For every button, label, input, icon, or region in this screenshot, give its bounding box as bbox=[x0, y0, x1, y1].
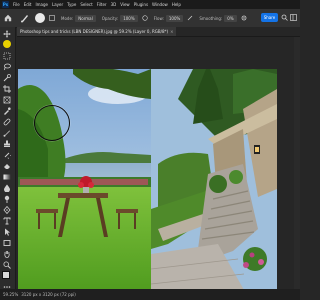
marquee-icon[interactable] bbox=[2, 51, 12, 61]
brush-tool-preset-icon[interactable] bbox=[20, 13, 30, 23]
menu-select[interactable]: Select bbox=[78, 2, 94, 7]
airbrush-icon[interactable] bbox=[187, 15, 193, 21]
brush-settings-icon[interactable] bbox=[49, 15, 55, 21]
brush-cursor bbox=[34, 105, 70, 141]
move-icon[interactable] bbox=[2, 29, 12, 39]
menu-edit[interactable]: Edit bbox=[22, 2, 34, 7]
eraser-icon[interactable] bbox=[2, 161, 12, 171]
history-brush-icon[interactable] bbox=[2, 150, 12, 160]
smoothing-options-gear-icon[interactable] bbox=[241, 15, 247, 21]
blur-icon[interactable] bbox=[2, 183, 12, 193]
home-icon[interactable] bbox=[4, 14, 12, 22]
menu-window[interactable]: Window bbox=[150, 2, 170, 7]
opacity-label: Opacity: bbox=[101, 15, 119, 21]
gradient-icon[interactable] bbox=[2, 172, 12, 182]
healing-icon[interactable] bbox=[2, 117, 12, 127]
rectangle-icon[interactable] bbox=[2, 238, 12, 248]
zoom-level[interactable]: 59.25% bbox=[3, 292, 18, 297]
frame-icon[interactable] bbox=[2, 95, 12, 105]
quick-select-icon[interactable] bbox=[2, 73, 12, 83]
menu-image[interactable]: Image bbox=[33, 2, 50, 7]
lasso-icon[interactable] bbox=[2, 62, 12, 72]
search-icon[interactable] bbox=[281, 14, 288, 21]
path-select-icon[interactable] bbox=[2, 227, 12, 237]
opacity-field[interactable]: 100% bbox=[120, 14, 138, 22]
menu-view[interactable]: View bbox=[118, 2, 132, 7]
share-button[interactable]: Share bbox=[261, 13, 278, 22]
foreground-color-swatch[interactable] bbox=[2, 271, 10, 279]
brush-icon[interactable] bbox=[2, 128, 12, 138]
pressure-opacity-icon[interactable] bbox=[142, 15, 148, 21]
document-tab-bar: Photoshop tips and tricks (LBN DESIGNER)… bbox=[17, 27, 300, 37]
photoshop-logo-icon[interactable]: Ps bbox=[2, 1, 9, 8]
document-tab-title: Photoshop tips and tricks (LBN DESIGNER)… bbox=[20, 29, 169, 34]
flow-label: Flow: bbox=[153, 15, 164, 21]
menu-file[interactable]: File bbox=[11, 2, 22, 7]
zoom-icon[interactable] bbox=[2, 260, 12, 270]
eyedropper-icon[interactable] bbox=[2, 106, 12, 116]
tools-panel bbox=[0, 27, 16, 293]
canvas-area[interactable] bbox=[16, 37, 300, 297]
menu-3d[interactable]: 3D bbox=[109, 2, 119, 7]
document-canvas[interactable] bbox=[18, 69, 277, 297]
menu-filter[interactable]: Filter bbox=[95, 2, 109, 7]
artboard-icon[interactable] bbox=[3, 40, 11, 48]
options-bar: Mode: Normal Opacity: 100% Flow: 100% Sm… bbox=[0, 9, 300, 28]
status-bar: 59.25% 3120 px x 3120 px (72 ppi) bbox=[0, 289, 300, 300]
menu-layer[interactable]: Layer bbox=[50, 2, 65, 7]
brush-size-picker[interactable] bbox=[35, 13, 45, 23]
crop-icon[interactable] bbox=[2, 84, 12, 94]
document-info: 3120 px x 3120 px (72 ppi) bbox=[21, 292, 76, 297]
workspace-icon[interactable] bbox=[290, 14, 297, 21]
vertical-scrollbar[interactable] bbox=[294, 37, 300, 289]
smoothing-field[interactable]: 0% bbox=[224, 14, 237, 22]
smoothing-label: Smoothing: bbox=[199, 15, 223, 21]
color-swatches[interactable] bbox=[2, 271, 13, 282]
menu-help[interactable]: Help bbox=[170, 2, 183, 7]
menu-bar: Ps File Edit Image Layer Type Select Fil… bbox=[0, 0, 300, 9]
mode-label: Mode: bbox=[61, 15, 74, 21]
type-icon[interactable] bbox=[2, 216, 12, 226]
photo-landscape bbox=[18, 69, 277, 297]
document-tab[interactable]: Photoshop tips and tricks (LBN DESIGNER)… bbox=[17, 27, 177, 36]
menu-plugins[interactable]: Plugins bbox=[132, 2, 150, 7]
mode-dropdown[interactable]: Normal bbox=[75, 14, 96, 22]
dodge-icon[interactable] bbox=[2, 194, 12, 204]
hand-icon[interactable] bbox=[2, 249, 12, 259]
menu-type[interactable]: Type bbox=[65, 2, 78, 7]
pen-icon[interactable] bbox=[2, 205, 12, 215]
flow-field[interactable]: 100% bbox=[165, 14, 184, 22]
clone-stamp-icon[interactable] bbox=[2, 139, 12, 149]
close-tab-icon[interactable]: × bbox=[170, 29, 173, 34]
